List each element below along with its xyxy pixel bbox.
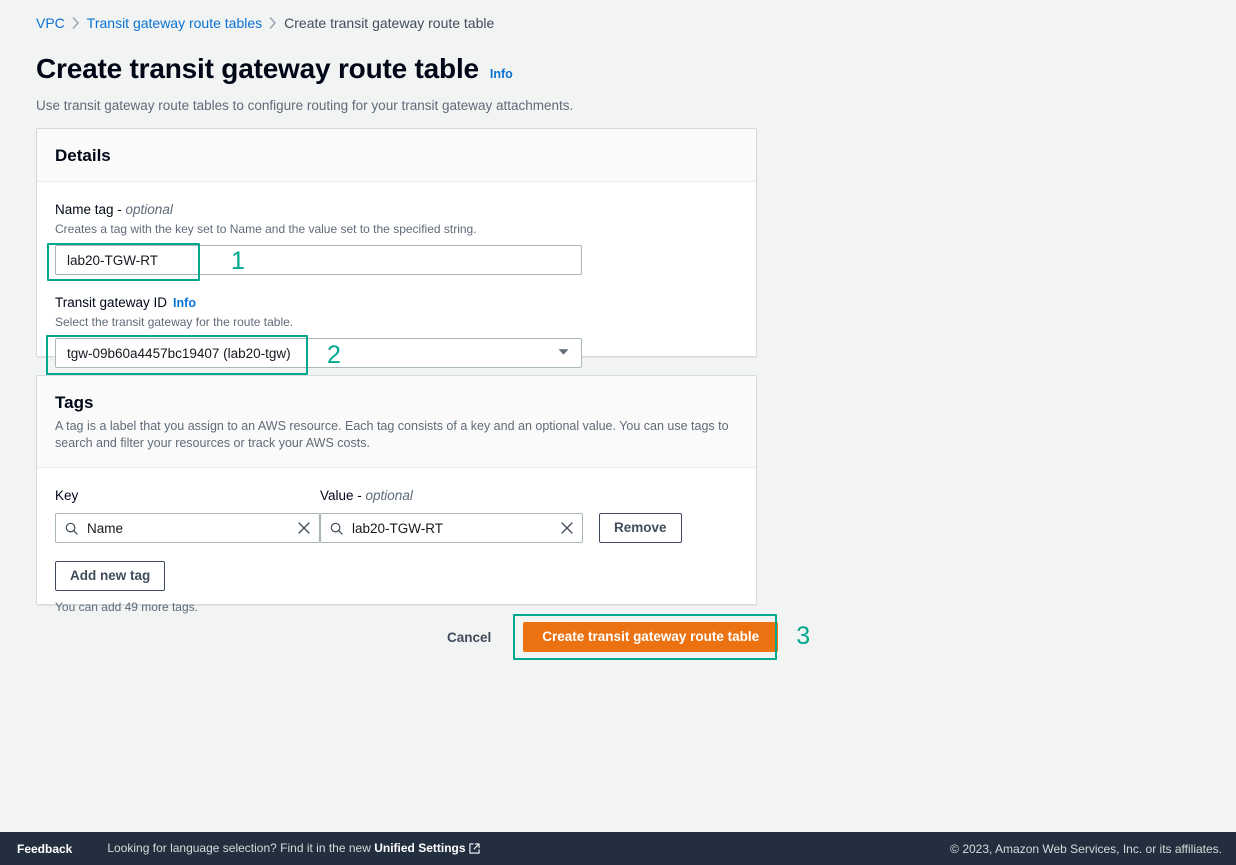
add-tag-wrapper: Add new tag xyxy=(55,561,738,591)
tag-value-label-text: Value - xyxy=(320,488,366,503)
page-description: Use transit gateway route tables to conf… xyxy=(36,98,574,113)
name-tag-field: Name tag - optional Creates a tag with t… xyxy=(47,201,738,281)
details-container: Details Name tag - optional Creates a ta… xyxy=(36,128,757,375)
copyright-text: © 2023, Amazon Web Services, Inc. or its… xyxy=(950,841,1222,856)
page-header: Create transit gateway route table Info xyxy=(36,51,513,87)
language-notice-text: Looking for language selection? Find it … xyxy=(107,840,375,855)
tag-key-input[interactable]: Name xyxy=(55,513,320,543)
breadcrumb-separator-icon xyxy=(65,17,87,29)
clear-key-icon[interactable] xyxy=(298,522,310,534)
transit-gateway-info-link[interactable]: Info xyxy=(173,296,196,310)
tag-value-input[interactable]: lab20-TGW-RT xyxy=(320,513,583,543)
tags-container: Tags A tag is a label that you assign to… xyxy=(36,375,757,614)
details-body: Name tag - optional Creates a tag with t… xyxy=(37,182,756,388)
tag-value-label: Value - optional xyxy=(320,487,583,505)
transit-gateway-label-text: Transit gateway ID xyxy=(55,295,168,310)
tag-remove-wrapper: Remove xyxy=(599,513,682,543)
tags-description: A tag is a label that you assign to an A… xyxy=(55,419,729,450)
breadcrumb-separator-icon-2 xyxy=(262,17,284,29)
name-tag-value: lab20-TGW-RT xyxy=(67,252,159,268)
create-button-wrapper: Create transit gateway route table 3 xyxy=(513,614,810,660)
name-tag-description: Creates a tag with the key set to Name a… xyxy=(55,222,477,236)
tag-value-column: Value - optional lab20-TGW-RT xyxy=(320,487,583,543)
details-title: Details xyxy=(55,146,111,165)
transit-gateway-select[interactable]: tgw-09b60a4457bc19407 (lab20-tgw) xyxy=(55,338,582,368)
tag-value-optional-text: optional xyxy=(365,488,413,503)
tags-limit-note: You can add 49 more tags. xyxy=(55,600,198,614)
breadcrumb-item-current: Create transit gateway route table xyxy=(284,15,495,31)
unified-settings-link[interactable]: Unified Settings xyxy=(374,841,465,855)
page-title: Create transit gateway route table xyxy=(36,53,479,84)
create-button[interactable]: Create transit gateway route table xyxy=(523,622,779,652)
bottom-bar: Feedback Looking for language selection?… xyxy=(0,832,1236,865)
clear-value-icon[interactable] xyxy=(561,522,573,534)
tag-key-value: Name xyxy=(87,520,124,536)
page-root: VPC Transit gateway route tables Create … xyxy=(0,0,1236,865)
transit-gateway-label: Transit gateway ID Info xyxy=(55,294,738,312)
name-tag-optional-text: optional xyxy=(125,202,173,217)
tag-value-text: lab20-TGW-RT xyxy=(352,520,444,536)
tags-body: Key Name Value - optional lab20-TGW-RT R… xyxy=(37,468,756,635)
annotation-number-2: 2 xyxy=(327,341,341,369)
tag-row: Key Name Value - optional lab20-TGW-RT R… xyxy=(55,487,738,543)
tags-title: Tags xyxy=(55,393,94,412)
add-new-tag-button[interactable]: Add new tag xyxy=(55,561,166,591)
name-tag-label: Name tag - optional xyxy=(55,201,738,219)
language-notice: Looking for language selection? Find it … xyxy=(107,840,480,857)
page-info-link[interactable]: Info xyxy=(490,67,513,81)
tag-key-label: Key xyxy=(55,488,79,503)
tags-header: Tags A tag is a label that you assign to… xyxy=(37,376,756,468)
transit-gateway-field: Transit gateway ID Info Select the transi… xyxy=(46,294,738,375)
breadcrumb-item-transit-gateway-route-tables[interactable]: Transit gateway route tables xyxy=(87,14,262,32)
feedback-link[interactable]: Feedback xyxy=(17,842,72,856)
transit-gateway-value: tgw-09b60a4457bc19407 (lab20-tgw) xyxy=(67,345,291,361)
search-icon xyxy=(65,522,78,535)
breadcrumb-item-vpc[interactable]: VPC xyxy=(36,14,65,32)
tag-key-column: Key Name xyxy=(55,487,320,543)
name-tag-input[interactable]: lab20-TGW-RT xyxy=(55,245,582,275)
external-link-icon xyxy=(468,842,480,857)
name-tag-label-text: Name tag - xyxy=(55,202,126,217)
form-actions: Cancel Create transit gateway route tabl… xyxy=(447,614,810,660)
annotation-number-3: 3 xyxy=(796,622,811,650)
remove-tag-button[interactable]: Remove xyxy=(599,513,682,543)
search-icon-value xyxy=(330,522,343,535)
chevron-down-icon xyxy=(558,348,569,359)
transit-gateway-description: Select the transit gateway for the route… xyxy=(55,315,294,329)
breadcrumb: VPC Transit gateway route tables Create … xyxy=(36,14,494,32)
details-header: Details xyxy=(37,129,756,182)
annotation-number-1: 1 xyxy=(231,247,245,275)
cancel-button[interactable]: Cancel xyxy=(447,630,491,645)
